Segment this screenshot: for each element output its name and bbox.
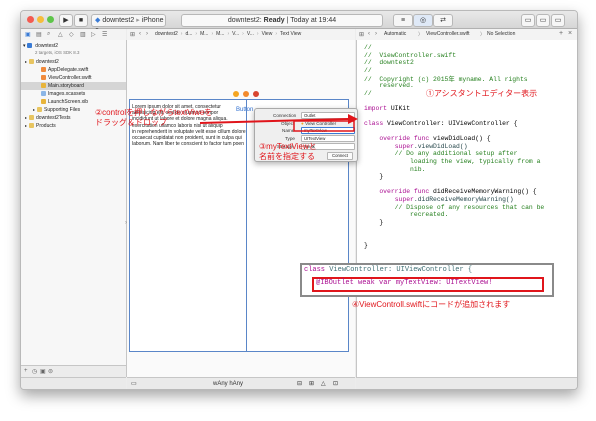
annotation-name-line2: 名前を指定する <box>259 152 315 161</box>
drag-arrow <box>199 114 358 132</box>
annotation-drag-line2: ドラッグ＆ドロップ <box>95 118 167 127</box>
callout-class-line: class ViewController: UIViewController { <box>304 266 473 274</box>
callout-outlet-line: @IBOutlet weak var myTextView: UITextVie… <box>316 279 493 287</box>
annotation-assistant-editor: ①アシスタントエディター表示 <box>426 89 538 98</box>
annotation-code-added: ④ViewControll.swiftにコードが追加されます <box>352 300 511 309</box>
name-highlight-box <box>293 120 355 132</box>
added-code-callout: class ViewController: UIViewController {… <box>300 263 554 297</box>
drag-arrowhead <box>348 114 358 124</box>
